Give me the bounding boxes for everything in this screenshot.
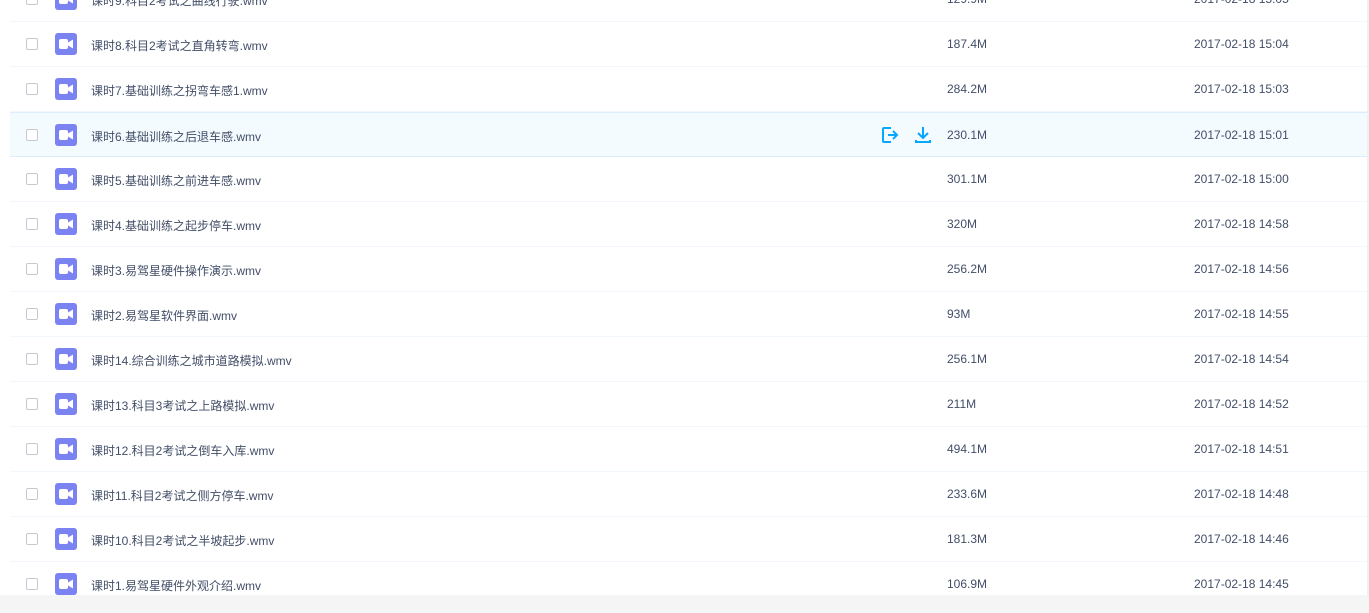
file-size: 256.2M	[947, 262, 988, 276]
file-name[interactable]: 课时12.科目2考试之倒车入库.wmv	[91, 442, 274, 459]
file-name[interactable]: 课时3.易驾星硬件操作演示.wmv	[91, 262, 261, 279]
footer-bar	[0, 595, 1369, 613]
file-list: 课时9.科目2考试之曲线行驶.wmv 129.9M 2017-02-18 15:05…	[0, 0, 1369, 607]
file-date: 2017-02-18 14:58	[1194, 217, 1289, 231]
file-size: 494.1M	[947, 442, 988, 456]
file-size: 211M	[947, 397, 977, 411]
video-file-icon	[55, 168, 77, 190]
row-checkbox[interactable]	[26, 533, 38, 545]
file-date: 2017-02-18 14:54	[1194, 352, 1289, 366]
file-name[interactable]: 课时1.易驾星硬件外观介绍.wmv	[91, 577, 261, 594]
file-size: 230.1M	[947, 128, 988, 142]
video-file-icon	[55, 78, 77, 100]
video-file-icon	[55, 393, 77, 415]
file-size: 233.6M	[947, 487, 988, 501]
video-file-icon	[55, 348, 77, 370]
video-file-icon	[55, 213, 77, 235]
file-row[interactable]: 课时6.基础训练之后退车感.wmv 230.1M 2017-02-18 15:01	[10, 112, 1369, 157]
file-size: 187.4M	[947, 37, 988, 51]
file-name[interactable]: 课时8.科目2考试之直角转弯.wmv	[91, 37, 268, 54]
file-date: 2017-02-18 14:56	[1194, 262, 1289, 276]
file-row[interactable]: 课时12.科目2考试之倒车入库.wmv 494.1M 2017-02-18 14:5…	[10, 427, 1369, 472]
file-name[interactable]: 课时10.科目2考试之半坡起步.wmv	[91, 532, 274, 549]
file-date: 2017-02-18 15:05	[1194, 0, 1289, 6]
row-checkbox[interactable]	[26, 173, 38, 185]
row-checkbox[interactable]	[26, 578, 38, 590]
row-checkbox[interactable]	[26, 218, 38, 230]
file-row[interactable]: 课时2.易驾星软件界面.wmv 93M 2017-02-18 14:55	[10, 292, 1369, 337]
row-checkbox[interactable]	[26, 353, 38, 365]
video-file-icon	[55, 438, 77, 460]
row-checkbox[interactable]	[26, 0, 38, 5]
file-date: 2017-02-18 15:00	[1194, 172, 1289, 186]
file-size: 256.1M	[947, 352, 988, 366]
file-name[interactable]: 课时4.基础训练之起步停车.wmv	[91, 217, 261, 234]
file-row[interactable]: 课时7.基础训练之拐弯车感1.wmv 284.2M 2017-02-18 15:03	[10, 67, 1369, 112]
file-row[interactable]: 课时13.科目3考试之上路模拟.wmv 211M 2017-02-18 14:52	[10, 382, 1369, 427]
file-date: 2017-02-18 14:55	[1194, 307, 1289, 321]
video-file-icon	[55, 0, 77, 10]
share-icon[interactable]	[880, 125, 900, 145]
video-file-icon	[55, 33, 77, 55]
file-name[interactable]: 课时2.易驾星软件界面.wmv	[91, 307, 237, 324]
video-file-icon	[55, 124, 77, 146]
file-date: 2017-02-18 15:01	[1194, 128, 1289, 142]
file-row[interactable]: 课时10.科目2考试之半坡起步.wmv 181.3M 2017-02-18 14:4…	[10, 517, 1369, 562]
row-checkbox[interactable]	[26, 308, 38, 320]
file-date: 2017-02-18 14:48	[1194, 487, 1289, 501]
file-date: 2017-02-18 15:03	[1194, 82, 1289, 96]
file-date: 2017-02-18 14:46	[1194, 532, 1289, 546]
file-name[interactable]: 课时5.基础训练之前进车感.wmv	[91, 172, 261, 189]
row-checkbox[interactable]	[26, 443, 38, 455]
row-checkbox[interactable]	[26, 263, 38, 275]
video-file-icon	[55, 303, 77, 325]
file-row[interactable]: 课时14.综合训练之城市道路模拟.wmv 256.1M 2017-02-18 14:…	[10, 337, 1369, 382]
file-row[interactable]: 课时11.科目2考试之侧方停车.wmv 233.6M 2017-02-18 14:4…	[10, 472, 1369, 517]
file-size: 106.9M	[947, 577, 988, 591]
file-row[interactable]: 课时5.基础训练之前进车感.wmv 301.1M 2017-02-18 15:00	[10, 157, 1369, 202]
row-checkbox[interactable]	[26, 129, 38, 141]
file-row[interactable]: 课时4.基础训练之起步停车.wmv 320M 2017-02-18 14:58	[10, 202, 1369, 247]
file-name[interactable]: 课时11.科目2考试之侧方停车.wmv	[91, 487, 273, 504]
file-name[interactable]: 课时14.综合训练之城市道路模拟.wmv	[91, 352, 292, 369]
video-file-icon	[55, 258, 77, 280]
video-file-icon	[55, 483, 77, 505]
file-size: 284.2M	[947, 82, 988, 96]
file-size: 93M	[947, 307, 971, 321]
row-checkbox[interactable]	[26, 488, 38, 500]
file-name[interactable]: 课时6.基础训练之后退车感.wmv	[91, 128, 261, 145]
file-name[interactable]: 课时13.科目3考试之上路模拟.wmv	[91, 397, 274, 414]
file-name[interactable]: 课时7.基础训练之拐弯车感1.wmv	[91, 82, 268, 99]
file-name[interactable]: 课时9.科目2考试之曲线行驶.wmv	[91, 0, 268, 9]
file-row[interactable]: 课时8.科目2考试之直角转弯.wmv 187.4M 2017-02-18 15:04	[10, 22, 1369, 67]
file-size: 320M	[947, 217, 978, 231]
file-date: 2017-02-18 14:52	[1194, 397, 1289, 411]
download-icon[interactable]	[913, 125, 933, 145]
row-checkbox[interactable]	[26, 38, 38, 50]
file-date: 2017-02-18 14:51	[1194, 442, 1289, 456]
row-checkbox[interactable]	[26, 398, 38, 410]
file-size: 301.1M	[947, 172, 988, 186]
row-checkbox[interactable]	[26, 83, 38, 95]
file-row[interactable]: 课时3.易驾星硬件操作演示.wmv 256.2M 2017-02-18 14:56	[10, 247, 1369, 292]
file-size: 181.3M	[947, 532, 988, 546]
file-row[interactable]: 课时9.科目2考试之曲线行驶.wmv 129.9M 2017-02-18 15:05	[10, 0, 1369, 22]
video-file-icon	[55, 573, 77, 595]
video-file-icon	[55, 528, 77, 550]
file-date: 2017-02-18 14:45	[1194, 577, 1289, 591]
file-date: 2017-02-18 15:04	[1194, 37, 1289, 51]
file-size: 129.9M	[947, 0, 987, 6]
